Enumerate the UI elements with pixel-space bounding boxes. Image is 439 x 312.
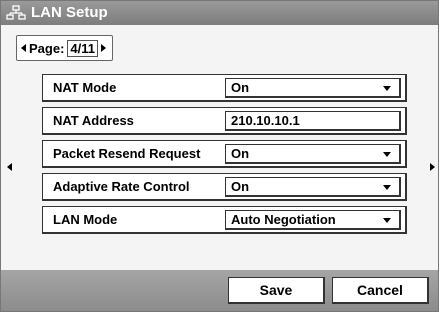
adaptive-rate-control-dropdown[interactable]: On [225,177,401,197]
setting-label: Adaptive Rate Control [53,179,190,194]
packet-resend-request-dropdown[interactable]: On [225,144,401,164]
dropdown-value: On [231,146,250,161]
setting-row-lan-mode: LAN Mode Auto Negotiation [42,206,407,234]
scroll-left-arrow-icon[interactable] [7,163,12,171]
chevron-down-icon [383,86,391,91]
setting-row-nat-mode: NAT Mode On [42,74,407,102]
lan-mode-dropdown[interactable]: Auto Negotiation [225,210,401,230]
scroll-right-arrow-icon[interactable] [430,163,435,171]
setting-row-adaptive-rate-control: Adaptive Rate Control On [42,173,407,201]
field-value: 210.10.10.1 [231,113,300,128]
page-navigator[interactable]: Page: 4/11 [16,35,113,61]
dropdown-value: Auto Negotiation [231,212,336,227]
lan-setup-window: LAN Setup Page: 4/11 NAT Mode On NAT Add… [0,0,439,312]
page-next-arrow-icon[interactable] [101,44,106,52]
nat-mode-dropdown[interactable]: On [225,78,401,98]
dropdown-value: On [231,179,250,194]
page-prev-arrow-icon[interactable] [21,44,26,52]
title-bar: LAN Setup [1,1,438,25]
save-button[interactable]: Save [228,277,325,304]
setting-label: LAN Mode [53,212,118,227]
window-title: LAN Setup [31,4,108,21]
chevron-down-icon [383,218,391,223]
setting-label: Packet Resend Request [53,146,201,161]
chevron-down-icon [383,185,391,190]
network-icon [6,5,26,20]
page-number[interactable]: 4/11 [67,39,98,57]
nat-address-field[interactable]: 210.10.10.1 [225,111,401,131]
setting-row-packet-resend-request: Packet Resend Request On [42,140,407,168]
cancel-button[interactable]: Cancel [332,277,429,304]
page-label: Page: [29,40,65,56]
setting-row-nat-address: NAT Address 210.10.10.1 [42,107,407,135]
dropdown-value: On [231,80,250,95]
chevron-down-icon [383,152,391,157]
setting-label: NAT Address [53,113,134,128]
setting-label: NAT Mode [53,80,117,95]
